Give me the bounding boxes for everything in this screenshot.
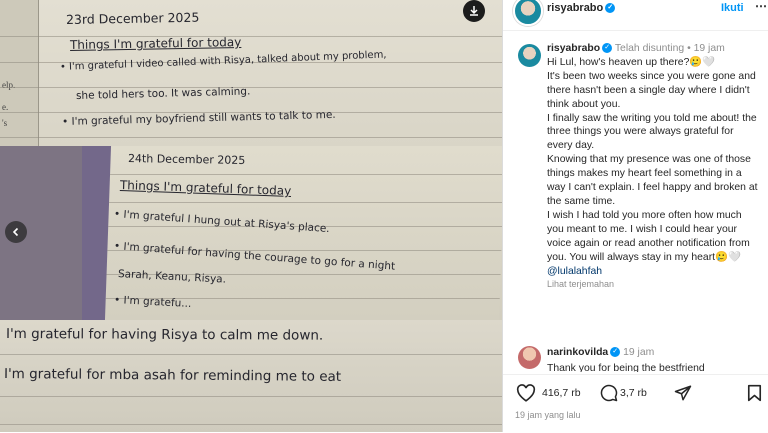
journal-photo-3: I'm grateful for having Risya to calm me… bbox=[0, 320, 502, 432]
post-header: risyabrabo ✓ Ikuti ⋯ bbox=[503, 0, 768, 31]
caption-username[interactable]: risyabrabo bbox=[547, 43, 600, 54]
post-actions: 416,7 rb 3,7 rb 19 jam yang lalu bbox=[503, 374, 768, 433]
comments-count[interactable]: 3,7 rb bbox=[620, 387, 647, 399]
bookmark-icon[interactable] bbox=[747, 384, 762, 407]
comment: narinkovilda ✓ 19 jam Thank you for being… bbox=[547, 346, 761, 372]
post-sidebar: risyabrabo ✓ Ikuti ⋯ risyabrabo ✓ Telah di… bbox=[502, 0, 768, 433]
note-line: I'm grateful for having Risya to calm me… bbox=[5, 326, 324, 344]
see-translation-link[interactable]: Lihat terjemahan bbox=[547, 278, 761, 292]
more-options-icon[interactable]: ⋯ bbox=[755, 0, 767, 13]
journal-photo-2: 24th December 2025 Things I'm grateful f… bbox=[0, 146, 502, 320]
margin-text: 's bbox=[2, 118, 8, 128]
comment-time: 19 jam bbox=[623, 347, 655, 358]
caption-paragraph: I finally saw the writing you told me ab… bbox=[547, 112, 757, 152]
caption-paragraph: Knowing that my presence was one of thos… bbox=[547, 154, 758, 207]
comment-username[interactable]: narinkovilda bbox=[547, 347, 608, 358]
username-text[interactable]: risyabrabo bbox=[547, 2, 603, 14]
margin-text: e. bbox=[2, 102, 9, 112]
caption-time: 19 jam bbox=[693, 43, 725, 54]
note-date: 23rd December 2025 bbox=[65, 9, 200, 27]
share-icon[interactable] bbox=[674, 384, 692, 407]
post-media[interactable]: elp. e. 's 23rd December 2025 Things I'm… bbox=[0, 0, 502, 432]
note-title: Things I'm grateful for today bbox=[69, 35, 242, 52]
note-date: 24th December 2025 bbox=[127, 152, 246, 168]
follow-button[interactable]: Ikuti bbox=[721, 2, 744, 14]
caption-paragraph: It's been two weeks since you were gone … bbox=[547, 70, 756, 110]
edited-label: Telah disunting bbox=[614, 43, 685, 54]
header-username[interactable]: risyabrabo ✓ bbox=[547, 2, 616, 14]
avatar[interactable] bbox=[518, 44, 541, 67]
download-icon[interactable] bbox=[463, 0, 485, 22]
mention-link[interactable]: @lulalahfah bbox=[547, 265, 761, 279]
avatar[interactable] bbox=[518, 346, 541, 369]
caption-paragraph: I wish I had told you more often how muc… bbox=[547, 209, 750, 263]
post-caption: risyabrabo ✓ Telah disunting • 19 jam Hi … bbox=[547, 42, 761, 292]
avatar[interactable] bbox=[513, 0, 543, 26]
heart-icon[interactable] bbox=[516, 384, 536, 407]
caption-paragraph: Hi Lul, how's heaven up there?🥲🤍 bbox=[547, 56, 716, 68]
verified-badge-icon: ✓ bbox=[605, 3, 616, 14]
likes-count[interactable]: 416,7 rb bbox=[542, 387, 581, 399]
verified-badge-icon: ✓ bbox=[610, 347, 621, 358]
margin-text: elp. bbox=[2, 80, 16, 90]
note-line: I'm grateful for mba asah for reminding … bbox=[3, 366, 342, 385]
post-timestamp: 19 jam yang lalu bbox=[515, 410, 581, 420]
verified-badge-icon: ✓ bbox=[602, 43, 613, 54]
comment-icon[interactable] bbox=[600, 384, 618, 407]
journal-photo-1: elp. e. 's 23rd December 2025 Things I'm… bbox=[0, 0, 502, 146]
chevron-left-icon[interactable] bbox=[5, 221, 27, 243]
page-margin: elp. e. 's bbox=[0, 0, 39, 146]
note-line: • I'm grateful I video called with Risya… bbox=[59, 49, 387, 73]
comment-text: Thank you for being the bestfriend bbox=[547, 363, 705, 372]
